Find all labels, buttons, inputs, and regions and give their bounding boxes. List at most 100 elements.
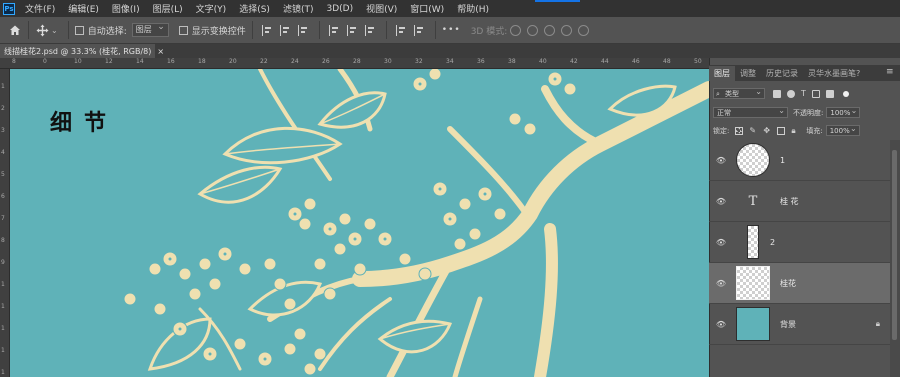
text-layer-icon: T (748, 193, 758, 209)
layer-row[interactable]: 👁︎ 2 (709, 222, 890, 263)
roll-3d-icon[interactable] (527, 24, 539, 36)
layer-name[interactable]: 背景 (780, 319, 796, 330)
document-tab[interactable]: 线描桂花2.psd @ 33.3% (桂花, RGB/8) × (0, 44, 164, 58)
menu-3d[interactable]: 3D(D) (320, 4, 360, 14)
divider (385, 21, 387, 39)
more-options-button[interactable]: ••• (442, 25, 461, 35)
filter-pixel-icon[interactable] (773, 89, 781, 98)
layer-row[interactable]: 👁︎ T 桂 花 (709, 181, 890, 222)
ruler-tick-label: 48 (663, 58, 671, 65)
slide-3d-icon[interactable] (561, 24, 573, 36)
vertical-ruler[interactable]: 1 2 3 4 5 6 7 8 9 1 1 1 1 1 (0, 69, 10, 377)
ruler-tick-label: 30 (384, 58, 392, 65)
ruler-tick-label: 2 (1, 105, 5, 112)
opacity-field[interactable]: 100% (826, 105, 861, 118)
panel-menu-icon[interactable]: ≡ (886, 67, 894, 77)
tab-ink-brush[interactable]: 灵华水墨画笔? (803, 66, 865, 81)
ruler-tick-label: 16 (167, 58, 175, 65)
filter-shape-icon[interactable] (811, 89, 820, 98)
ruler-tick-label: 20 (229, 58, 237, 65)
transform-controls-label: 显示变换控件 (191, 26, 246, 37)
layer-name[interactable]: 桂花 (780, 278, 796, 289)
menu-bar: Ps 文件(F) 编辑(E) 图像(I) 图层(L) 文字(Y) 选择(S) 滤… (0, 0, 900, 17)
layer-thumbnail (747, 225, 759, 259)
align-center-icon[interactable] (279, 24, 292, 36)
align-middle-icon[interactable] (346, 24, 359, 36)
ruler-tick-label: 1 (1, 303, 5, 310)
home-icon[interactable] (8, 23, 22, 37)
menu-file[interactable]: 文件(F) (19, 2, 62, 15)
ruler-tick-label: 0 (43, 58, 47, 65)
layer-filter-dropdown[interactable]: ⌕ 类型 (713, 86, 765, 99)
filter-type-icon[interactable]: T (801, 89, 806, 98)
menu-image[interactable]: 图像(I) (106, 2, 147, 15)
document-tab-title: 线描桂花2.psd @ 33.3% (桂花, RGB/8) (4, 46, 152, 56)
tab-adjustments[interactable]: 调整 (735, 66, 761, 81)
ruler-tick-label: 10 (74, 58, 82, 65)
auto-select-dropdown[interactable]: 图层 (131, 21, 169, 37)
ruler-tick-label: 9 (1, 259, 5, 266)
filter-smart-object-icon[interactable] (825, 89, 834, 98)
ruler-tick-label: 18 (198, 58, 206, 65)
tab-layers[interactable]: 图层 (709, 66, 735, 81)
lock-transparent-icon[interactable] (735, 126, 744, 135)
ruler-tick-label: 1 (1, 347, 5, 354)
horizontal-ruler[interactable]: 8 0 10 12 14 16 18 20 22 24 26 28 30 32 34 36 38 40 42 44 46… (0, 58, 709, 69)
layer-name[interactable]: 1 (780, 156, 785, 165)
move-tool-icon[interactable] (35, 23, 49, 37)
distribute-horizontal-icon[interactable] (395, 24, 408, 36)
menu-type[interactable]: 文字(Y) (190, 2, 234, 15)
layers-scrollbar-thumb[interactable] (892, 150, 897, 340)
orbit-3d-icon[interactable] (510, 24, 522, 36)
eye-icon[interactable]: 👁︎ (714, 320, 728, 329)
divider (318, 21, 320, 39)
tab-history[interactable]: 历史记录 (761, 66, 803, 81)
menu-edit[interactable]: 编辑(E) (62, 2, 106, 15)
ruler-tick-label: 3 (1, 127, 5, 134)
lock-image-icon[interactable]: ✎ (749, 126, 757, 135)
filter-toggle-icon[interactable] (842, 90, 849, 97)
fill-label: 填充: (806, 126, 823, 135)
fill-field[interactable]: 100% (825, 123, 860, 136)
align-bottom-icon[interactable] (364, 24, 377, 36)
eye-icon[interactable]: 👁︎ (714, 279, 728, 288)
eye-icon[interactable]: 👁︎ (714, 238, 728, 247)
filter-adjustment-icon[interactable] (787, 89, 795, 98)
menu-window[interactable]: 窗口(W) (404, 2, 451, 15)
lock-all-icon[interactable]: 🔒︎ (791, 126, 799, 135)
menu-select[interactable]: 选择(S) (233, 2, 277, 15)
align-right-icon[interactable] (297, 24, 310, 36)
layer-row-selected[interactable]: 👁︎ 桂花 (709, 263, 890, 304)
align-left-icon[interactable] (261, 24, 274, 36)
pan-3d-icon[interactable] (544, 24, 556, 36)
menu-help[interactable]: 帮助(H) (451, 2, 496, 15)
ruler-tick-label: 34 (446, 58, 454, 65)
layer-thumbnail (736, 143, 770, 177)
menu-layer[interactable]: 图层(L) (147, 2, 190, 15)
ruler-tick-label: 1 (1, 83, 5, 90)
document-canvas[interactable]: 细节 (10, 69, 709, 377)
auto-select-checkbox[interactable] (74, 25, 84, 35)
lock-artboard-icon[interactable] (777, 126, 786, 135)
layer-row[interactable]: 👁︎ 1 (709, 140, 890, 181)
blend-mode-dropdown[interactable]: 正常 (713, 105, 788, 118)
menu-filter[interactable]: 滤镜(T) (277, 2, 321, 15)
ruler-tick-label: 50 (694, 58, 702, 65)
align-top-icon[interactable] (328, 24, 341, 36)
chevron-down-icon[interactable]: ⌄ (51, 26, 58, 35)
layer-name[interactable]: 2 (770, 238, 775, 247)
distribute-vertical-icon[interactable] (413, 24, 426, 36)
eye-icon[interactable]: 👁︎ (714, 197, 728, 206)
divider (251, 21, 253, 39)
ruler-tick-label: 4 (1, 149, 5, 156)
eye-icon[interactable]: 👁︎ (714, 156, 728, 165)
transform-controls-checkbox[interactable] (178, 25, 188, 35)
menu-view[interactable]: 视图(V) (360, 2, 404, 15)
layer-row[interactable]: 👁︎ 背景 🔒︎ (709, 304, 890, 345)
scale-3d-icon[interactable] (578, 24, 590, 36)
close-tab-icon[interactable]: × (157, 47, 164, 56)
ruler-tick-label: 14 (136, 58, 144, 65)
layer-thumbnail (736, 266, 770, 300)
layer-name[interactable]: 桂 花 (780, 196, 799, 207)
lock-position-icon[interactable]: ✥ (763, 126, 771, 135)
